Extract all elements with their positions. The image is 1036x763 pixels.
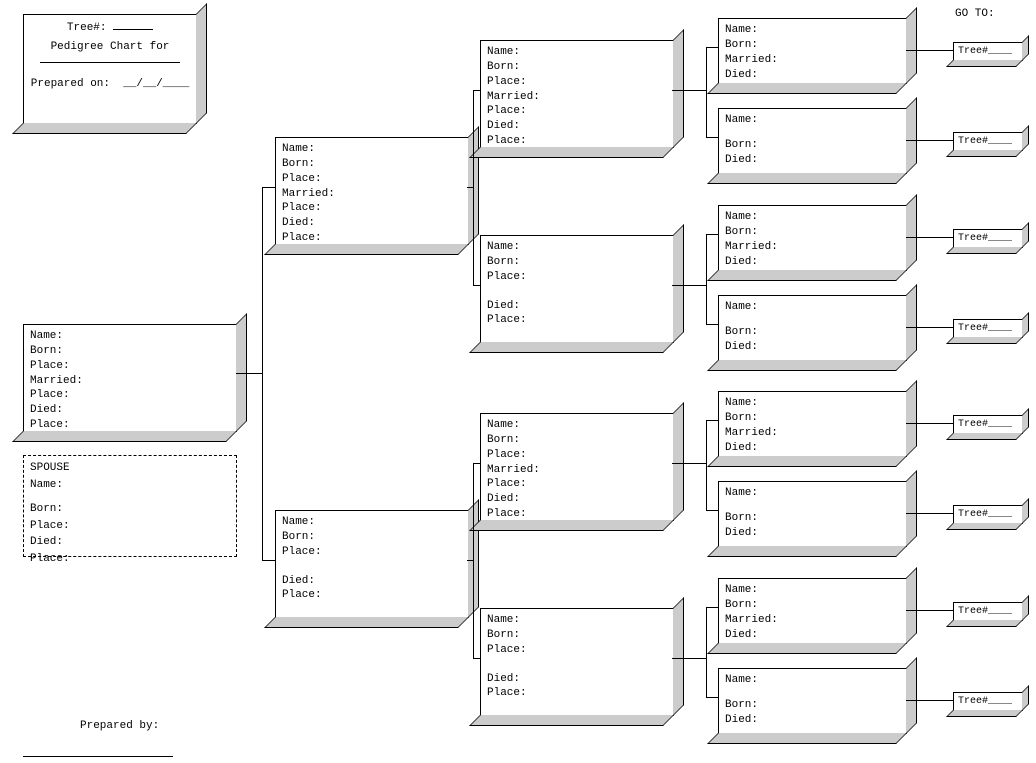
- goto-tree-14[interactable]: Tree#____: [953, 602, 1023, 621]
- spouse-box[interactable]: SPOUSE Name: Born: Place: Died: Place:: [23, 455, 237, 557]
- prepared-by-label: Prepared by:: [80, 720, 159, 732]
- person-14[interactable]: Name: Born: Married: Died:: [718, 578, 907, 644]
- goto-tree-15[interactable]: Tree#____: [953, 692, 1023, 711]
- connector: [706, 420, 707, 510]
- person-4[interactable]: Name: Born: Place: Married: Place: Died:…: [480, 40, 674, 148]
- connector: [473, 285, 480, 286]
- connector: [473, 463, 474, 658]
- connector: [706, 47, 718, 48]
- person-8[interactable]: Name: Born: Married: Died:: [718, 18, 907, 84]
- connector: [262, 187, 275, 188]
- goto-tree-9[interactable]: Tree#____: [953, 132, 1023, 151]
- goto-tree-10[interactable]: Tree#____: [953, 229, 1023, 248]
- person-5[interactable]: Name: Born: Place: Died: Place:: [480, 235, 674, 343]
- connector: [906, 237, 953, 238]
- connector: [473, 90, 480, 91]
- person-1[interactable]: Name: Born: Place: Married: Place: Died:…: [23, 324, 237, 432]
- goto-tree-11[interactable]: Tree#____: [953, 319, 1023, 338]
- tree-no-label: Tree#:: [30, 19, 190, 36]
- connector: [906, 327, 953, 328]
- go-to-label: GO TO:: [955, 8, 995, 20]
- person-15[interactable]: Name: Born: Died:: [718, 668, 907, 734]
- connector: [473, 658, 480, 659]
- connector: [906, 140, 953, 141]
- person-7[interactable]: Name: Born: Place: Died: Place:: [480, 608, 674, 716]
- connector: [672, 90, 706, 91]
- goto-tree-12[interactable]: Tree#____: [953, 415, 1023, 434]
- connector: [706, 137, 718, 138]
- person-6[interactable]: Name: Born: Place: Married: Place: Died:…: [480, 413, 674, 521]
- connector: [706, 324, 718, 325]
- connector: [906, 423, 953, 424]
- connector: [262, 560, 275, 561]
- connector: [672, 463, 706, 464]
- connector: [906, 513, 953, 514]
- connector: [706, 697, 718, 698]
- connector: [672, 658, 706, 659]
- person-12[interactable]: Name: Born: Married: Died:: [718, 391, 907, 457]
- goto-tree-8[interactable]: Tree#____: [953, 42, 1023, 61]
- prepared-on: Prepared on: __/__/____: [30, 77, 190, 92]
- connector: [906, 610, 953, 611]
- connector: [706, 607, 707, 697]
- connector: [262, 187, 263, 560]
- person-9[interactable]: Name: Born: Died:: [718, 108, 907, 174]
- person-13[interactable]: Name: Born: Died:: [718, 481, 907, 547]
- header-box: Tree#: Pedigree Chart for Prepared on: _…: [23, 14, 197, 124]
- person-2[interactable]: Name: Born: Place: Married: Place: Died:…: [275, 137, 469, 245]
- connector: [706, 510, 718, 511]
- name-underline[interactable]: [40, 61, 180, 63]
- connector: [473, 90, 474, 285]
- prepared-by-underline[interactable]: [23, 756, 173, 757]
- goto-tree-13[interactable]: Tree#____: [953, 505, 1023, 524]
- connector: [236, 373, 262, 374]
- connector: [706, 234, 718, 235]
- person-3[interactable]: Name: Born: Place: Died: Place:: [275, 510, 469, 618]
- connector: [706, 607, 718, 608]
- connector: [706, 420, 718, 421]
- connector: [706, 47, 707, 137]
- chart-title: Pedigree Chart for: [30, 40, 190, 55]
- connector: [906, 50, 953, 51]
- connector: [473, 463, 480, 464]
- person-10[interactable]: Name: Born: Married: Died:: [718, 205, 907, 271]
- connector: [672, 285, 706, 286]
- person-11[interactable]: Name: Born: Died:: [718, 295, 907, 361]
- connector: [906, 700, 953, 701]
- connector: [706, 234, 707, 324]
